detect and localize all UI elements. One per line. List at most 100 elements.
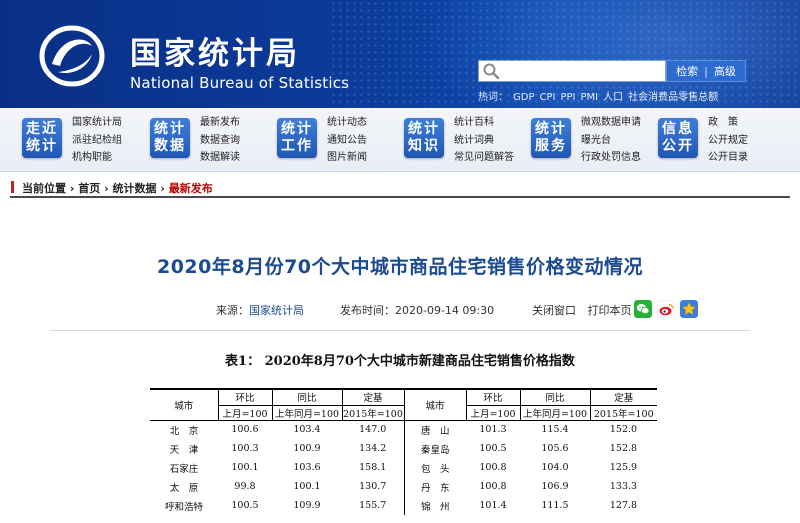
mom-value: 100.3 <box>231 443 259 454</box>
mom-value: 100.1 <box>231 462 259 473</box>
subheader-base: 2015年=100 <box>589 404 657 421</box>
hot-word[interactable]: 人口 <box>603 92 623 103</box>
table-row: 天 津 100.3 100.9 134.2 秦皇岛 100.5 105.6 15… <box>150 439 657 458</box>
breadcrumb-current[interactable]: 最新发布 <box>169 182 213 195</box>
print-page-link[interactable]: 打印本页 <box>588 304 632 317</box>
nav-badge-knowledge[interactable]: 统计知识 <box>404 118 444 158</box>
mom-value: 100.8 <box>479 481 507 492</box>
table-row: 北 京 100.6 103.4 147.0 唐 山 101.3 115.4 15… <box>150 420 657 439</box>
yoy-value: 104.0 <box>541 462 569 473</box>
col-header-mom: 环比 <box>465 388 520 405</box>
nav-links-knowledge: 统计百科 统计词典 常见问题解答 <box>454 114 514 167</box>
yoy-value: 105.6 <box>541 443 569 454</box>
city-name: 北 京 <box>169 425 199 437</box>
city-name: 太 原 <box>169 482 199 494</box>
source-label: 来源： <box>216 304 249 317</box>
city-name: 锦 州 <box>403 496 466 515</box>
mom-value: 101.4 <box>479 500 507 511</box>
base-value: 147.0 <box>359 424 387 436</box>
subheader-mom: 上月=100 <box>465 404 520 421</box>
yoy-value: 109.9 <box>293 500 321 511</box>
nav-link[interactable]: 图片新闻 <box>327 149 367 167</box>
nav-link[interactable]: 曝光台 <box>581 132 641 150</box>
nav-badge-about[interactable]: 走近统计 <box>22 118 62 158</box>
publish-time: 2020-09-14 09:30 <box>395 304 495 317</box>
nav-link[interactable]: 通知公告 <box>327 132 367 150</box>
city-name: 包 头 <box>403 458 466 477</box>
col-header-yoy: 同比 <box>519 388 590 405</box>
city-name: 呼和浩特 <box>164 501 203 513</box>
subheader-yoy: 上年同月=100 <box>519 404 590 421</box>
city-name: 唐 山 <box>403 420 466 439</box>
nav-link[interactable]: 国家统计局 <box>72 114 122 132</box>
nav-link[interactable]: 机构职能 <box>72 149 122 167</box>
weibo-icon[interactable] <box>657 300 675 318</box>
base-value: 152.8 <box>609 443 638 454</box>
search-input[interactable] <box>478 60 666 82</box>
col-header-base: 定基 <box>341 388 404 405</box>
nav-badge-data[interactable]: 统计数据 <box>150 118 190 158</box>
breadcrumb: 当前位置 › 首页 › 统计数据 › 最新发布 <box>10 178 790 198</box>
nbs-logo-icon[interactable] <box>38 24 106 88</box>
nav-link[interactable]: 公开目录 <box>708 149 748 167</box>
col-header-city: 城市 <box>150 388 218 421</box>
hot-word[interactable]: GDP <box>513 92 534 103</box>
col-header-mom: 环比 <box>217 388 272 405</box>
main-nav: 走近统计 国家统计局 派驻纪检组 机构职能 统计数据 最新发布 数据查询 数据解… <box>0 108 800 172</box>
table-subheader-row: 上月=100 上年同月=100 2015年=100 上月=100 上年同月=10… <box>150 404 657 421</box>
nav-link[interactable]: 行政处罚信息 <box>581 149 641 167</box>
base-value: 158.1 <box>359 462 387 473</box>
nav-link[interactable]: 常见问题解答 <box>454 149 514 167</box>
hot-word[interactable]: PMI <box>580 92 598 103</box>
publish-time-label: 发布时间： <box>340 304 395 317</box>
site-title-cn[interactable]: 国家统计局 <box>130 28 300 73</box>
nav-badge-work[interactable]: 统计工作 <box>277 118 317 158</box>
nav-link[interactable]: 微观数据申请 <box>581 114 641 132</box>
nav-links-data: 最新发布 数据查询 数据解读 <box>200 114 240 167</box>
site-title-en: National Bureau of Statistics <box>130 74 350 92</box>
nav-links-disclosure: 政 策 公开规定 公开目录 <box>708 114 748 167</box>
city-name: 石家庄 <box>169 463 199 475</box>
yoy-value: 115.4 <box>541 424 569 436</box>
hot-word[interactable]: 社会消费品零售总额 <box>628 92 718 103</box>
table-header-row: 城市 环比 同比 定基 城市 环比 同比 定基 <box>150 388 657 421</box>
base-value: 130.7 <box>359 481 387 492</box>
wechat-icon[interactable] <box>634 300 652 318</box>
breadcrumb-separator: › <box>104 182 109 195</box>
nav-badge-disclosure[interactable]: 信息公开 <box>658 118 698 158</box>
article-tools: 关闭窗口 打印本页 <box>532 302 640 318</box>
nav-link[interactable]: 派驻纪检组 <box>72 132 122 150</box>
base-value: 134.2 <box>359 443 387 454</box>
breadcrumb-item-data[interactable]: 统计数据 <box>112 182 156 195</box>
nav-link[interactable]: 公开规定 <box>708 132 748 150</box>
yoy-value: 103.6 <box>293 462 321 473</box>
mom-value: 99.8 <box>234 481 256 492</box>
breadcrumb-item-home[interactable]: 首页 <box>78 182 100 195</box>
mom-value: 100.5 <box>479 443 507 454</box>
nav-link[interactable]: 数据查询 <box>200 132 240 150</box>
nav-badge-service[interactable]: 统计服务 <box>531 118 571 158</box>
advanced-search-button[interactable]: 高级 <box>708 63 742 79</box>
close-window-link[interactable]: 关闭窗口 <box>532 304 576 317</box>
breadcrumb-separator: › <box>160 182 165 195</box>
star-icon[interactable] <box>680 300 698 318</box>
hot-word[interactable]: PPI <box>560 92 575 103</box>
article-title: 2020年8月份70个大中城市商品住宅销售价格变动情况 <box>156 256 644 278</box>
city-name: 丹 东 <box>403 477 466 496</box>
price-index-table: 城市 环比 同比 定基 城市 环比 同比 定基 上月=100 上年同月=100 … <box>150 388 657 515</box>
nav-link[interactable]: 统计动态 <box>327 114 367 132</box>
mom-value: 101.3 <box>479 424 507 436</box>
nav-link[interactable]: 统计百科 <box>454 114 514 132</box>
table-caption: 表1： 2020年8月70个大中城市新建商品住宅销售价格指数 <box>225 354 575 369</box>
nav-link[interactable]: 统计词典 <box>454 132 514 150</box>
nav-link[interactable]: 最新发布 <box>200 114 240 132</box>
col-header-yoy: 同比 <box>271 388 342 405</box>
search-button[interactable]: 检索 <box>670 63 704 79</box>
nav-link[interactable]: 数据解读 <box>200 149 240 167</box>
nav-link[interactable]: 政 策 <box>708 114 748 132</box>
yoy-value: 100.9 <box>293 443 321 454</box>
hot-word[interactable]: CPI <box>539 92 555 103</box>
subheader-yoy: 上年同月=100 <box>271 404 342 421</box>
breadcrumb-trail: 当前位置 › 首页 › 统计数据 › 最新发布 <box>22 180 213 196</box>
mom-value: 100.6 <box>231 424 259 436</box>
